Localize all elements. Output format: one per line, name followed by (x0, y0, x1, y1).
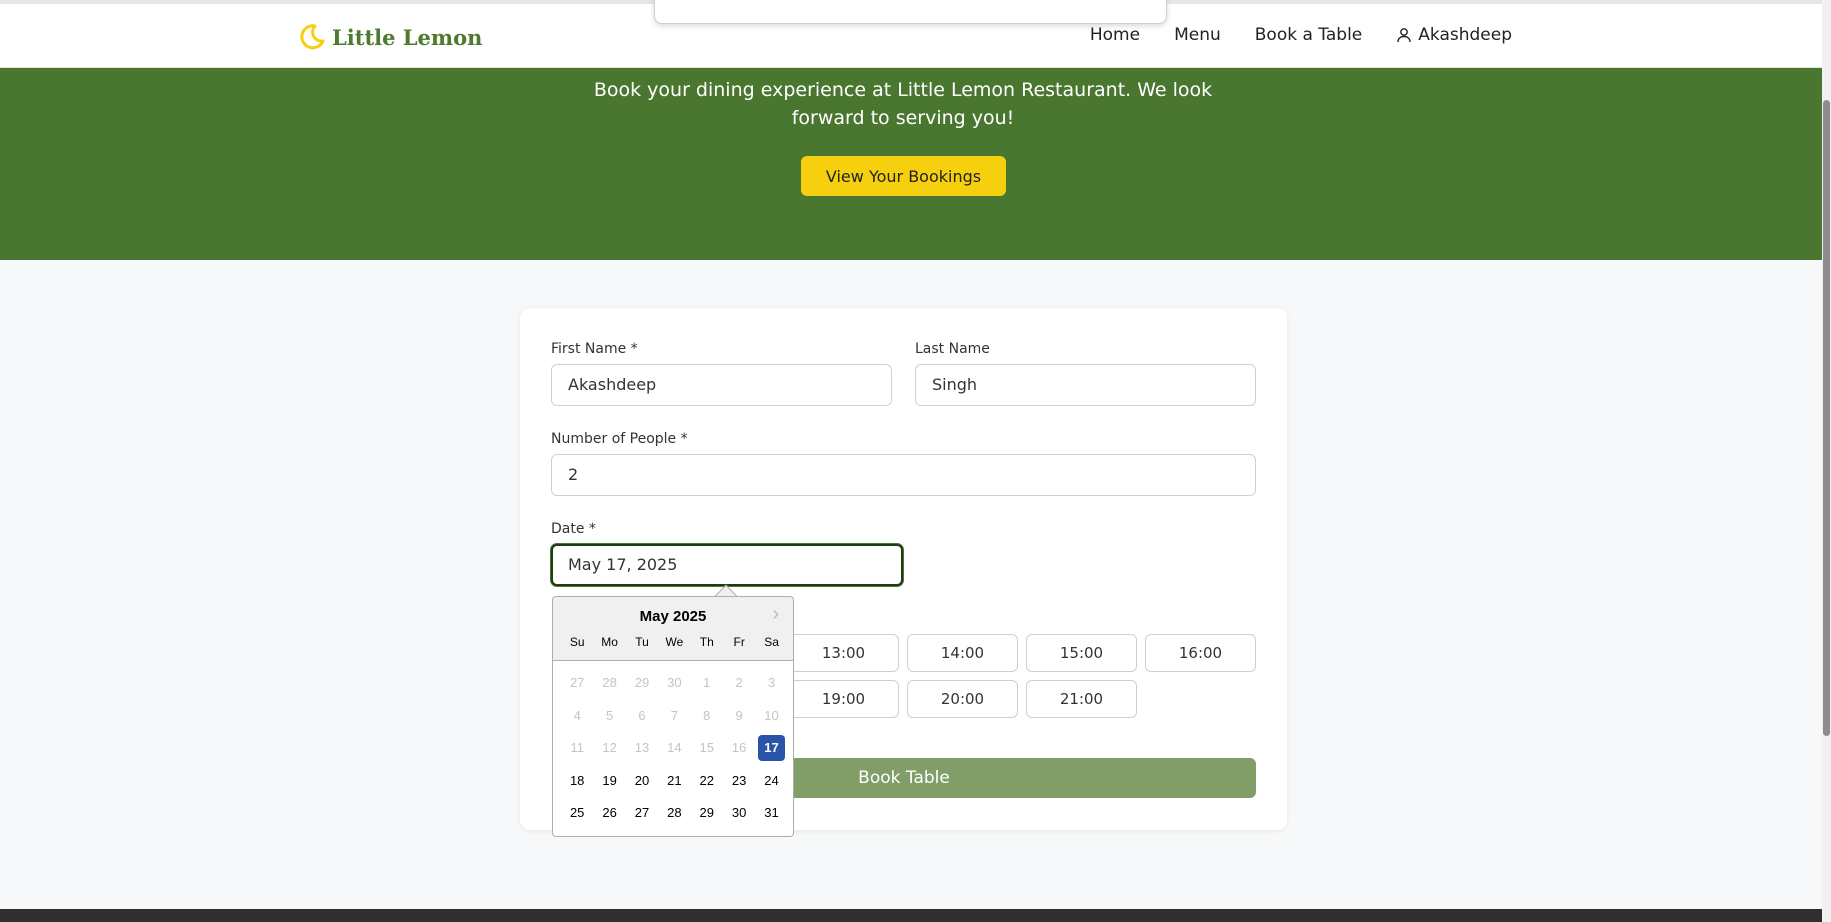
datepicker-day: 6 (638, 707, 646, 723)
datepicker-day: 16 (731, 740, 747, 756)
nav-menu[interactable]: Menu (1174, 25, 1221, 45)
datepicker-day[interactable]: 31 (755, 800, 787, 826)
main-nav: Home Menu Book a Table Akashdeep (1090, 25, 1512, 45)
datepicker-day: 2 (735, 675, 743, 691)
time-slot-1600[interactable]: 16:00 (1145, 634, 1256, 672)
first-name-input[interactable]: Akashdeep (551, 364, 892, 406)
datepicker: May 2025 › Su Mo Tu We Th Fr Sa 27 28 29 30… (552, 596, 794, 837)
weekday-label: Fr (733, 635, 745, 649)
datepicker-day: 12 (602, 740, 617, 756)
user-name: Akashdeep (1418, 25, 1512, 45)
datepicker-day: 15 (699, 740, 714, 756)
next-month-icon[interactable]: › (772, 603, 779, 626)
datepicker-day[interactable]: 20 (626, 768, 658, 794)
date-label: Date * (551, 521, 596, 537)
nav-home[interactable]: Home (1090, 25, 1140, 45)
datepicker-day[interactable]: 19 (593, 768, 625, 794)
weekday-label: Th (699, 635, 714, 649)
datepicker-day[interactable]: 21 (658, 768, 690, 794)
people-label: Number of People * (551, 431, 688, 447)
moon-icon (300, 24, 325, 50)
nav-book-a-table[interactable]: Book a Table (1255, 25, 1363, 45)
datepicker-day[interactable]: 29 (691, 800, 723, 826)
datepicker-day: 30 (667, 675, 682, 691)
datepicker-day[interactable]: 18 (561, 768, 593, 794)
datepicker-days: 27 28 29 30 1 2 3 4 5 6 7 8 9 10 11 12 13 14 15 16 17 18 19 20 2… (561, 667, 788, 830)
datepicker-day: 11 (570, 740, 584, 756)
time-slot-1900[interactable]: 19:00 (788, 680, 899, 718)
datepicker-week: 18 19 20 21 22 23 24 (561, 765, 788, 798)
weekday-label: Mo (601, 635, 618, 649)
datepicker-day[interactable]: 27 (626, 800, 658, 826)
datepicker-day: 7 (670, 707, 678, 723)
datepicker-day[interactable]: 22 (691, 768, 723, 794)
notification-toast (654, 0, 1167, 24)
last-name-input[interactable]: Singh (915, 364, 1256, 406)
first-name-label: First Name * (551, 341, 638, 357)
user-icon (1397, 28, 1411, 43)
hero-banner: Book your dining experience at Little Le… (0, 68, 1822, 260)
datepicker-day-selected[interactable]: 17 (758, 735, 786, 762)
datepicker-day: 28 (602, 675, 617, 691)
time-slot-1500[interactable]: 15:00 (1026, 634, 1137, 672)
datepicker-day[interactable]: 26 (593, 800, 625, 826)
datepicker-day: 1 (703, 675, 711, 691)
datepicker-weekdays: Su Mo Tu We Th Fr Sa (561, 635, 788, 649)
time-slot-1400[interactable]: 14:00 (907, 634, 1018, 672)
nav-user[interactable]: Akashdeep (1396, 25, 1512, 45)
datepicker-week: 11 12 13 14 15 16 17 (561, 732, 788, 765)
datepicker-day: 9 (735, 707, 743, 723)
weekday-label: Su (569, 635, 585, 649)
datepicker-day: 27 (569, 675, 585, 691)
datepicker-day[interactable]: 24 (755, 768, 787, 794)
datepicker-day: 5 (605, 707, 614, 723)
datepicker-day: 13 (634, 740, 650, 756)
datepicker-header: May 2025 › Su Mo Tu We Th Fr Sa (553, 597, 793, 661)
people-input[interactable]: 2 (551, 454, 1256, 496)
scrollbar-track[interactable] (1822, 0, 1831, 922)
weekday-label: Tu (635, 635, 649, 649)
scrollbar-thumb[interactable] (1823, 100, 1830, 736)
logo[interactable]: Little Lemon (296, 22, 482, 52)
weekday-label: We (665, 635, 684, 649)
datepicker-day[interactable]: 25 (561, 800, 593, 826)
datepicker-week: 27 28 29 30 1 2 3 (561, 667, 788, 700)
last-name-label: Last Name (915, 341, 990, 357)
datepicker-day: 14 (667, 740, 682, 756)
date-input[interactable]: May 17, 2025 (551, 544, 903, 586)
datepicker-day[interactable]: 23 (723, 768, 755, 794)
footer (0, 909, 1822, 922)
datepicker-day: 10 (764, 707, 779, 723)
brand-name: Little Lemon (332, 24, 483, 50)
datepicker-day[interactable]: 28 (658, 800, 690, 826)
view-bookings-button[interactable]: View Your Bookings (801, 156, 1006, 196)
weekday-label: Sa (764, 635, 779, 649)
datepicker-day: 29 (634, 675, 650, 691)
time-slot-1300[interactable]: 13:00 (788, 634, 899, 672)
time-slot-2100[interactable]: 21:00 (1026, 680, 1137, 718)
datepicker-day: 4 (573, 707, 581, 723)
time-slot-2000[interactable]: 20:00 (907, 680, 1018, 718)
datepicker-day[interactable]: 30 (723, 800, 755, 826)
hero-text: Book your dining experience at Little Le… (593, 79, 1213, 129)
datepicker-month: May 2025 (639, 608, 707, 625)
datepicker-week: 25 26 27 28 29 30 31 (561, 797, 788, 830)
datepicker-day: 3 (767, 675, 776, 691)
datepicker-day: 8 (703, 707, 711, 723)
datepicker-week: 4 5 6 7 8 9 10 (561, 700, 788, 733)
